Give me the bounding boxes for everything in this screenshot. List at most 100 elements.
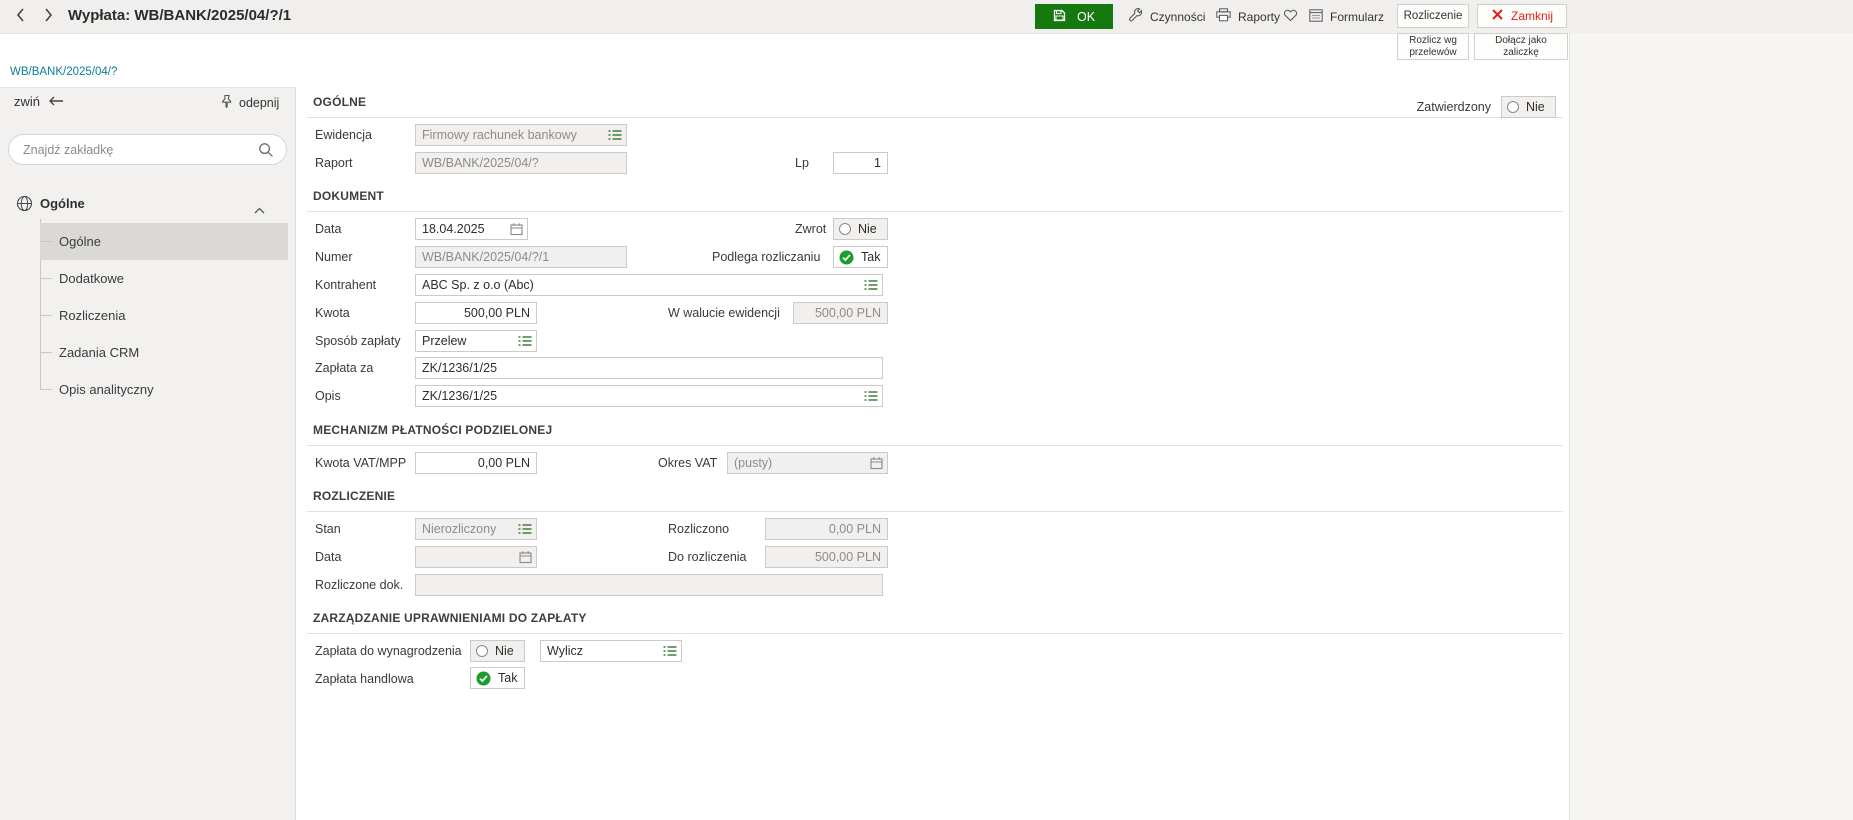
sposob-zaplaty-value: Przelew	[422, 334, 466, 348]
pin-icon	[220, 94, 233, 111]
nav-forward-button[interactable]	[36, 5, 60, 27]
breadcrumb[interactable]: WB/BANK/2025/04/?	[10, 66, 117, 78]
sidebar-item-ogolne[interactable]: Ogólne	[0, 223, 296, 260]
section-divider	[307, 511, 1563, 512]
raport-label: Raport	[315, 156, 353, 170]
okres-vat-label: Okres VAT	[658, 456, 717, 470]
ok-button[interactable]: OK	[1035, 4, 1113, 29]
tree-group-ogolne[interactable]: Ogólne	[0, 191, 296, 219]
stan-label: Stan	[315, 522, 341, 536]
rozliczono-value: 0,00 PLN	[829, 522, 881, 536]
arrow-left-icon	[48, 94, 64, 109]
zaplata-za-field[interactable]: ZK/1236/1/25	[415, 357, 883, 379]
lookup-list-icon[interactable]	[864, 391, 878, 402]
rozliczenie-button[interactable]: Rozliczenie	[1397, 4, 1469, 28]
ewidencja-label: Ewidencja	[315, 128, 372, 142]
kontrahent-value: ABC Sp. z o.o (Abc)	[422, 278, 534, 292]
lookup-list-icon[interactable]	[518, 524, 532, 535]
kwota-vat-value: 0,00 PLN	[478, 456, 530, 470]
sidebar-item-rozliczenia[interactable]: Rozliczenia	[0, 297, 296, 334]
kwota-vat-field[interactable]: 0,00 PLN	[415, 452, 537, 474]
right-background-panel	[1569, 33, 1853, 820]
podlega-rozliczaniu-value: Tak	[861, 250, 880, 264]
opis-label: Opis	[315, 389, 341, 403]
rozliczenie-data-field[interactable]	[415, 546, 537, 568]
sidebar-item-dodatkowe[interactable]: Dodatkowe	[0, 260, 296, 297]
zaplata-handlowa-toggle[interactable]: Tak	[470, 667, 525, 689]
kontrahent-field[interactable]: ABC Sp. z o.o (Abc)	[415, 274, 883, 296]
tree-tick	[40, 241, 52, 242]
sidebar-collapse-button[interactable]: zwiń	[14, 94, 64, 109]
kwota-vat-label: Kwota VAT/MPP	[315, 456, 406, 470]
data-value: 18.04.2025	[422, 222, 485, 236]
favorites-button[interactable]	[1277, 4, 1303, 29]
wylicz-select[interactable]: Wylicz	[540, 640, 682, 662]
data-field[interactable]: 18.04.2025	[415, 218, 528, 240]
radio-off-icon	[839, 223, 851, 235]
podlega-rozliczaniu-toggle[interactable]: Tak	[833, 246, 888, 268]
zwrot-label: Zwrot	[795, 222, 826, 236]
calendar-icon[interactable]	[510, 223, 523, 236]
rozliczone-dok-field[interactable]	[415, 574, 883, 596]
rozliczono-field[interactable]: 0,00 PLN	[765, 518, 888, 540]
calendar-icon[interactable]	[870, 457, 883, 470]
lookup-list-icon[interactable]	[608, 130, 622, 141]
sidebar-item-label: Dodatkowe	[59, 260, 124, 297]
section-title-ogolne: OGÓLNE	[313, 95, 366, 109]
section-divider	[307, 633, 1563, 634]
raport-field[interactable]: WB/BANK/2025/04/?	[415, 152, 627, 174]
lookup-list-icon[interactable]	[663, 646, 677, 657]
ewidencja-field[interactable]: Firmowy rachunek bankowy	[415, 124, 627, 146]
lp-field[interactable]: 1	[833, 152, 888, 174]
zaplata-za-label: Zapłata za	[315, 361, 373, 375]
tree-group-label: Ogólne	[40, 196, 85, 211]
okres-vat-field[interactable]: (pusty)	[727, 452, 888, 474]
sidebar-collapse-label: zwiń	[14, 94, 40, 109]
dolacz-jako-zaliczke-label: Dołącz jako zaliczkę	[1477, 35, 1565, 58]
rozlicz-wg-przelewow-button[interactable]: Rozlicz wg przelewów	[1397, 33, 1469, 60]
lookup-list-icon[interactable]	[518, 336, 532, 347]
kwota-field[interactable]: 500,00 PLN	[415, 302, 537, 324]
dolacz-jako-zaliczke-button[interactable]: Dołącz jako zaliczkę	[1474, 33, 1568, 60]
check-circle-icon	[839, 250, 854, 265]
sidebar-item-label: Rozliczenia	[59, 297, 125, 334]
tree-tick	[40, 315, 52, 316]
numer-field[interactable]: WB/BANK/2025/04/?/1	[415, 246, 627, 268]
sidebar-unpin-button[interactable]: odepnij	[220, 94, 279, 111]
formularz-button[interactable]: Formularz	[1303, 4, 1390, 29]
nav-back-button[interactable]	[8, 5, 32, 27]
raporty-button[interactable]: Raporty	[1210, 4, 1286, 29]
raport-value: WB/BANK/2025/04/?	[422, 156, 539, 170]
opis-field[interactable]: ZK/1236/1/25	[415, 385, 883, 407]
numer-label: Numer	[315, 250, 353, 264]
stan-field[interactable]: Nierozliczony	[415, 518, 537, 540]
check-circle-icon	[476, 671, 491, 686]
zamknij-button[interactable]: Zamknij	[1477, 4, 1567, 28]
lookup-list-icon[interactable]	[864, 280, 878, 291]
do-rozliczenia-value: 500,00 PLN	[815, 550, 881, 564]
close-icon	[1491, 8, 1504, 24]
zatwierdzony-toggle[interactable]: Nie	[1501, 96, 1556, 118]
globe-icon	[16, 195, 33, 217]
calendar-icon[interactable]	[519, 551, 532, 564]
search-input[interactable]	[8, 134, 287, 165]
chevron-left-icon	[16, 8, 25, 25]
opis-value: ZK/1236/1/25	[422, 389, 497, 403]
section-title-uprawnienia: ZARZĄDZANIE UPRAWNIENIAMI DO ZAPŁATY	[313, 611, 587, 625]
section-divider	[307, 445, 1563, 446]
numer-value: WB/BANK/2025/04/?/1	[422, 250, 549, 264]
save-icon	[1053, 9, 1066, 25]
rozliczenie-data-label: Data	[315, 550, 341, 564]
zwrot-toggle[interactable]: Nie	[833, 218, 888, 240]
sidebar-item-opis-analityczny[interactable]: Opis analityczny	[0, 371, 296, 408]
sposob-zaplaty-field[interactable]: Przelew	[415, 330, 537, 352]
czynnosci-button[interactable]: Czynności	[1122, 4, 1211, 29]
w-walucie-field[interactable]: 500,00 PLN	[793, 302, 888, 324]
kwota-label: Kwota	[315, 306, 350, 320]
sidebar-item-zadania-crm[interactable]: Zadania CRM	[0, 334, 296, 371]
zaplata-wynagrodzenia-toggle[interactable]: Nie	[470, 640, 525, 662]
chevron-up-icon[interactable]	[254, 201, 265, 219]
do-rozliczenia-field[interactable]: 500,00 PLN	[765, 546, 888, 568]
section-divider	[307, 211, 1563, 212]
zaplata-handlowa-value: Tak	[498, 671, 517, 685]
